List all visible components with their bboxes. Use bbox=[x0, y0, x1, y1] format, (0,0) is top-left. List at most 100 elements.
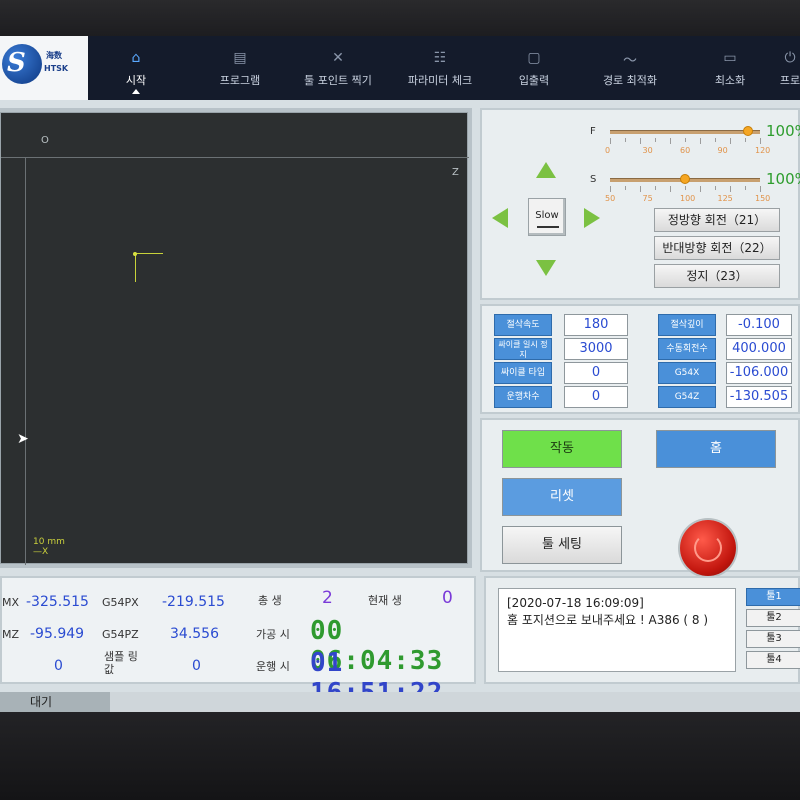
run-button[interactable]: 작동 bbox=[502, 430, 622, 468]
g54z-label: G54Z bbox=[658, 386, 716, 408]
jog-right-arrow-icon[interactable] bbox=[584, 208, 600, 228]
mz-label: MZ bbox=[2, 628, 20, 641]
home-icon: ⌂ bbox=[131, 50, 141, 66]
tool-tab-4[interactable]: 툴4 bbox=[746, 651, 800, 669]
cutting-speed-value[interactable]: 180 bbox=[564, 314, 628, 336]
cycle-type-value[interactable]: 0 bbox=[564, 362, 628, 384]
g54pz-label: G54PZ bbox=[102, 628, 139, 641]
sample-value: 0 bbox=[192, 658, 201, 674]
z-axis-label: Z bbox=[452, 167, 459, 178]
jog-speed-slow-button[interactable]: Slow bbox=[528, 198, 566, 236]
slider-tick bbox=[760, 186, 761, 192]
slider-tick bbox=[625, 138, 626, 142]
canvas-left-axis bbox=[25, 157, 26, 565]
current-production-label: 현재 생 bbox=[368, 594, 402, 607]
running-time-label: 운행 시 bbox=[256, 660, 290, 673]
feed-override-percent: 100% bbox=[766, 122, 800, 140]
feed-override-slider[interactable] bbox=[610, 130, 760, 134]
nav-start-label: 시작 bbox=[125, 74, 147, 87]
tool-setting-button[interactable]: 툴 세팅 bbox=[502, 526, 622, 564]
slider-tick bbox=[700, 138, 701, 144]
hmi-screen: S 海数 HTSK ⌂ 시작 ▤ 프로그램 ✕ 툴 포인트 찍기 ☷ 파라미터 … bbox=[0, 36, 800, 712]
company-logo: S 海数 HTSK bbox=[0, 36, 88, 100]
tool-tab-3[interactable]: 툴3 bbox=[746, 630, 800, 648]
x-axis-label: —X bbox=[33, 547, 49, 557]
mx-label: MX bbox=[2, 596, 20, 609]
slider-tick bbox=[625, 186, 626, 190]
nav-minimize[interactable]: ▭ 최소화 bbox=[700, 36, 760, 100]
minimize-icon: ▭ bbox=[723, 50, 737, 66]
nav-io[interactable]: ▢ 입출력 bbox=[502, 36, 566, 100]
position-info-panel: MX -325.515 G54PX -219.515 MZ -95.949 G5… bbox=[0, 576, 476, 708]
toolpath-view-frame: O Z ➤ 10 mm —X bbox=[0, 108, 472, 568]
home-button[interactable]: 홈 bbox=[656, 430, 776, 468]
manual-rpm-value[interactable]: 400.000 bbox=[726, 338, 792, 360]
slider-tick bbox=[730, 186, 731, 192]
tool-tab-2[interactable]: 툴2 bbox=[746, 609, 800, 627]
third-axis-value: 0 bbox=[54, 658, 63, 674]
mz-value: -95.949 bbox=[30, 626, 85, 642]
feed-slider-knob[interactable] bbox=[743, 126, 753, 136]
monitor-bezel-top bbox=[0, 0, 800, 36]
message-line: [2020-07-18 16:09:09] bbox=[507, 596, 644, 610]
cutting-depth-value[interactable]: -0.100 bbox=[726, 314, 792, 336]
cutting-depth-label: 절삭깊이 bbox=[658, 314, 716, 336]
slider-tick bbox=[670, 186, 671, 192]
g54pz-value: 34.556 bbox=[170, 626, 219, 642]
slider-tick bbox=[760, 138, 761, 144]
slider-tick bbox=[655, 138, 656, 142]
tool-position-marker bbox=[133, 252, 163, 283]
slider-tick-label: 150 bbox=[755, 194, 771, 203]
parameter-panel: 절삭속도 180 싸이클 일시 정지 3000 싸이클 타입 0 운행차수 0 … bbox=[480, 304, 800, 414]
spindle-slider-knob[interactable] bbox=[680, 174, 690, 184]
canvas-top-axis bbox=[1, 157, 469, 158]
spindle-forward-button[interactable]: 정방향 회전（21） bbox=[654, 208, 780, 232]
spindle-stop-button[interactable]: 정지（23） bbox=[654, 264, 780, 288]
slider-tick-label: 100 bbox=[680, 194, 696, 203]
cycle-pause-value[interactable]: 3000 bbox=[564, 338, 628, 360]
nav-power-label: 프로 bbox=[779, 74, 800, 87]
alarm-message-log[interactable]: [2020-07-18 16:09:09] 홈 포지션으로 보내주세요 ! A38… bbox=[498, 588, 736, 672]
toolpath-canvas[interactable]: O Z ➤ 10 mm —X bbox=[0, 112, 469, 565]
origin-marker: O bbox=[41, 135, 49, 146]
nav-program[interactable]: ▤ 프로그램 bbox=[200, 36, 280, 100]
nav-path-optimize[interactable]: 〜 경로 최적화 bbox=[588, 36, 672, 100]
path-icon: 〜 bbox=[623, 53, 637, 69]
nav-minimize-label: 최소화 bbox=[714, 74, 746, 87]
logo-emblem: S bbox=[2, 44, 42, 84]
jog-up-arrow-icon[interactable] bbox=[536, 162, 556, 178]
slider-tick bbox=[685, 186, 686, 190]
slider-tick-label: 90 bbox=[717, 146, 728, 155]
slider-tick bbox=[700, 186, 701, 192]
slider-tick-label: 125 bbox=[717, 194, 733, 203]
nav-program-label: 프로그램 bbox=[219, 74, 261, 87]
run-count-label: 운행차수 bbox=[494, 386, 552, 408]
spindle-reverse-button[interactable]: 반대방향 회전（22） bbox=[654, 236, 780, 260]
logo-brand-text: HTSK bbox=[44, 64, 69, 73]
monitor-bezel-bottom bbox=[0, 712, 800, 800]
run-count-value[interactable]: 0 bbox=[564, 386, 628, 408]
nav-power[interactable]: ⏻ 프로 bbox=[770, 36, 800, 100]
emergency-stop-button[interactable] bbox=[680, 520, 736, 576]
cycle-type-label: 싸이클 타입 bbox=[494, 362, 552, 384]
g54z-value[interactable]: -130.505 bbox=[726, 386, 792, 408]
machine-state: 대기 bbox=[0, 692, 110, 712]
jog-left-arrow-icon[interactable] bbox=[492, 208, 508, 228]
g54x-value[interactable]: -106.000 bbox=[726, 362, 792, 384]
slider-tick bbox=[640, 186, 641, 192]
nav-tool-point[interactable]: ✕ 툴 포인트 찍기 bbox=[286, 36, 390, 100]
active-indicator bbox=[132, 89, 140, 94]
slider-tick-label: 60 bbox=[680, 146, 691, 155]
power-icon: ⏻ bbox=[784, 50, 796, 66]
slider-tick-label: 120 bbox=[755, 146, 771, 155]
nav-start[interactable]: ⌂ 시작 bbox=[100, 36, 172, 100]
nav-parameter-check[interactable]: ☷ 파라미터 체크 bbox=[392, 36, 488, 100]
slider-tick-label: 50 bbox=[605, 194, 616, 203]
cutting-speed-label: 절삭속도 bbox=[494, 314, 552, 336]
jog-down-arrow-icon[interactable] bbox=[536, 260, 556, 276]
reset-button[interactable]: 리셋 bbox=[502, 478, 622, 516]
status-bar: 대기 bbox=[0, 692, 800, 712]
slider-tick bbox=[640, 138, 641, 144]
g54x-label: G54X bbox=[658, 362, 716, 384]
tool-tab-1[interactable]: 툴1 bbox=[746, 588, 800, 606]
